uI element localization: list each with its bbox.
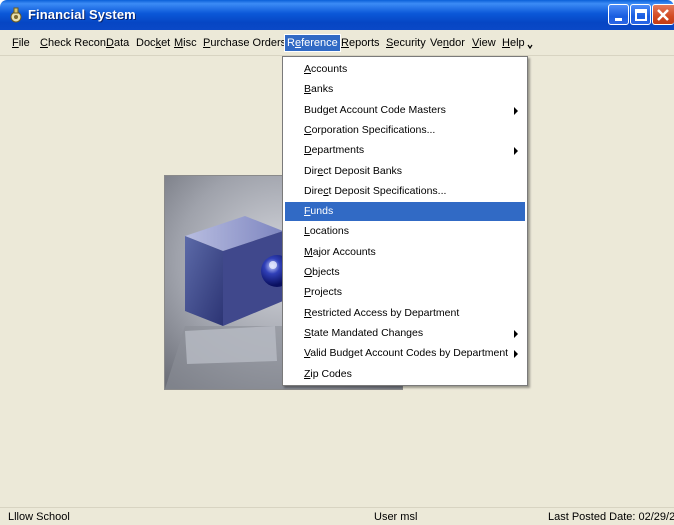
status-user: User msl xyxy=(374,511,418,523)
reference-menu: Accounts Banks Budget Account Code Masters… xyxy=(282,56,528,386)
status-bar: Lllow School User msl Last Posted Date: … xyxy=(0,507,674,525)
menu-item-budget-account-code-masters[interactable]: Budget Account Code Masters xyxy=(285,101,525,120)
status-school: Lllow School xyxy=(8,511,70,523)
submenu-arrow-icon xyxy=(514,329,518,338)
menu-item-projects[interactable]: Projects xyxy=(285,283,525,302)
menu-item-objects[interactable]: Objects xyxy=(285,263,525,282)
title-bar[interactable]: Financial System xyxy=(0,0,674,30)
menu-item-valid-budget-account-codes-by-department[interactable]: Valid Budget Account Codes by Department xyxy=(285,344,525,363)
minimize-button[interactable] xyxy=(608,4,629,25)
menu-item-departments[interactable]: Departments xyxy=(285,141,525,160)
menu-item-direct-deposit-banks[interactable]: Direct Deposit Banks xyxy=(285,162,525,181)
maximize-button[interactable] xyxy=(630,4,651,25)
menu-bar: File Check Recon Data Docket Misc Purchase Or… xyxy=(0,30,674,56)
menu-check-recon[interactable]: Check Recon xyxy=(38,35,108,51)
menu-reports[interactable]: Reports xyxy=(339,35,382,51)
menu-help[interactable]: Help xyxy=(500,35,527,51)
menu-security[interactable]: Security xyxy=(384,35,428,51)
menu-misc[interactable]: Misc xyxy=(172,35,199,51)
menu-docket[interactable]: Docket xyxy=(134,35,172,51)
submenu-arrow-icon xyxy=(514,350,518,359)
menu-item-corporation-specifications[interactable]: Corporation Specifications... xyxy=(285,121,525,140)
menu-item-zip-codes[interactable]: Zip Codes xyxy=(285,365,525,384)
submenu-arrow-icon xyxy=(514,106,518,115)
menu-view[interactable]: View xyxy=(470,35,498,51)
close-button[interactable] xyxy=(652,4,674,25)
window-title: Financial System xyxy=(28,7,136,22)
menu-reference[interactable]: Reference xyxy=(284,34,341,52)
menu-vendor[interactable]: Vendor xyxy=(428,35,467,51)
menu-item-restricted-access-by-department[interactable]: Restricted Access by Department xyxy=(285,304,525,323)
status-last-posted: Last Posted Date: 02/29/2008 xyxy=(548,511,674,523)
submenu-arrow-icon xyxy=(514,147,518,156)
menu-overflow-chevron-icon[interactable] xyxy=(527,44,533,50)
menu-item-accounts[interactable]: Accounts xyxy=(285,60,525,79)
menu-item-state-mandated-changes[interactable]: State Mandated Changes xyxy=(285,324,525,343)
menu-item-banks[interactable]: Banks xyxy=(285,80,525,99)
menu-item-major-accounts[interactable]: Major Accounts xyxy=(285,243,525,262)
menu-item-locations[interactable]: Locations xyxy=(285,222,525,241)
menu-data[interactable]: Data xyxy=(104,35,131,51)
menu-purchase-orders[interactable]: Purchase Orders xyxy=(201,35,288,51)
menu-item-direct-deposit-specifications[interactable]: Direct Deposit Specifications... xyxy=(285,182,525,201)
app-icon[interactable] xyxy=(8,7,24,23)
menu-item-funds[interactable]: Funds xyxy=(285,202,525,222)
menu-file[interactable]: File xyxy=(10,35,32,51)
